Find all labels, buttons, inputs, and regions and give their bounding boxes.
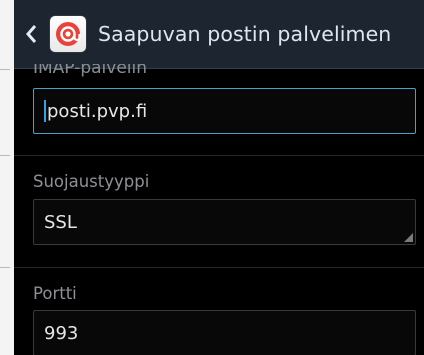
margin-divider xyxy=(0,267,10,268)
dropdown-corner-icon xyxy=(404,233,413,242)
port-label: Portti xyxy=(33,284,77,303)
imap-server-label: IMAP-palvelin xyxy=(33,64,147,78)
security-type-dropdown[interactable]: SSL xyxy=(33,199,416,245)
left-margin-strip xyxy=(0,0,14,355)
security-type-label: Suojaustyyppi xyxy=(33,172,150,191)
port-value: 993 xyxy=(44,322,79,344)
security-type-value: SSL xyxy=(44,211,77,233)
section-divider xyxy=(14,155,424,156)
imap-server-input[interactable]: posti.pvp.fi xyxy=(33,88,416,134)
back-chevron-icon[interactable] xyxy=(18,0,44,69)
imap-server-value: posti.pvp.fi xyxy=(47,100,148,122)
action-bar[interactable]: Saapuvan postin palvelimen xyxy=(14,0,424,69)
phone-screen: Saapuvan postin palvelimen IMAP-palvelin… xyxy=(14,0,424,355)
margin-divider xyxy=(0,69,10,70)
text-cursor xyxy=(44,100,46,122)
page: Saapuvan postin palvelimen IMAP-palvelin… xyxy=(0,0,424,355)
port-input[interactable]: 993 xyxy=(33,310,416,355)
section-divider xyxy=(14,267,424,268)
page-title: Saapuvan postin palvelimen xyxy=(98,22,392,46)
email-app-icon xyxy=(50,16,86,52)
margin-divider xyxy=(0,155,10,156)
